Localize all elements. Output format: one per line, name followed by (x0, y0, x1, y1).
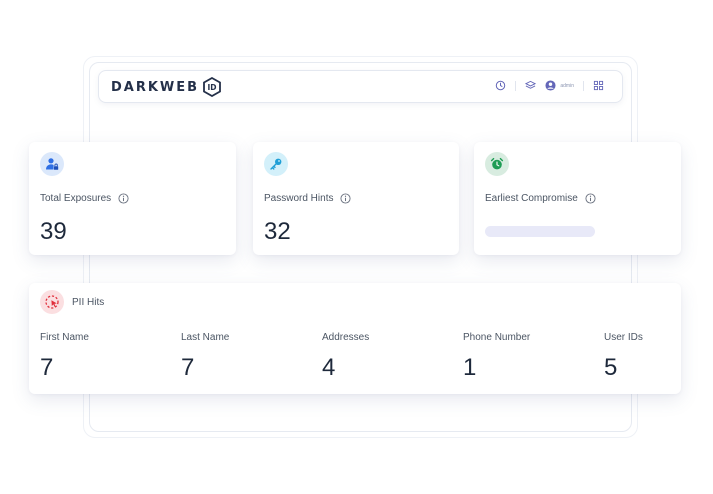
topbar-divider (583, 80, 584, 91)
pii-user-ids: User IDs 5 (604, 332, 643, 382)
dashboard-preview: DARKWEB ID admin Total Exposures 39 Pass… (0, 0, 713, 494)
pii-addresses: Addresses 4 (322, 332, 369, 382)
info-icon[interactable] (118, 193, 129, 204)
logo-badge-icon: ID (203, 77, 221, 97)
earliest-compromise-label-row: Earliest Compromise (485, 193, 596, 204)
user-lock-icon-badge (40, 152, 64, 176)
key-icon (270, 158, 282, 170)
password-hints-label-row: Password Hints (264, 193, 352, 204)
clock-icon[interactable] (495, 80, 506, 91)
top-navigation-bar: DARKWEB ID admin (98, 70, 623, 103)
topbar-actions: admin (495, 80, 604, 91)
loading-placeholder-bar (485, 226, 595, 237)
username-label: admin (560, 82, 574, 89)
darkweb-id-logo[interactable]: DARKWEB ID (111, 77, 221, 97)
pii-item-label: User IDs (604, 332, 643, 343)
pii-phone-number: Phone Number 1 (463, 332, 530, 382)
pii-item-label: Last Name (181, 332, 230, 343)
pii-item-label: First Name (40, 332, 89, 343)
total-exposures-label-row: Total Exposures (40, 193, 129, 204)
pii-item-value: 7 (40, 354, 54, 381)
user-avatar-icon (545, 80, 556, 91)
total-exposures-value: 39 (40, 218, 67, 245)
total-exposures-label: Total Exposures (40, 193, 112, 204)
alarm-clock-icon-badge (485, 152, 509, 176)
password-hints-value: 32 (264, 218, 291, 245)
svg-text:ID: ID (208, 83, 217, 92)
layers-icon[interactable] (525, 80, 537, 91)
pii-last-name: Last Name 7 (181, 332, 229, 382)
earliest-compromise-card: Earliest Compromise (474, 142, 681, 255)
pii-item-value: 4 (322, 354, 336, 381)
password-hints-label: Password Hints (264, 193, 334, 204)
pii-item-value: 5 (604, 354, 618, 381)
cursor-target-icon (45, 295, 59, 309)
cursor-target-icon-badge (40, 290, 64, 314)
password-hints-card: Password Hints 32 (253, 142, 459, 255)
topbar-divider (515, 80, 517, 91)
info-icon[interactable] (585, 193, 596, 204)
total-exposures-card: Total Exposures 39 (29, 142, 236, 255)
pii-first-name: First Name 7 (40, 332, 89, 382)
user-lock-icon (46, 158, 59, 170)
user-menu[interactable]: admin (545, 80, 574, 91)
pii-item-value: 1 (463, 354, 477, 381)
earliest-compromise-label: Earliest Compromise (485, 193, 578, 204)
pii-hits-title: PII Hits (72, 297, 105, 308)
logo-text: DARKWEB (111, 79, 200, 95)
grid-icon[interactable] (593, 80, 604, 91)
pii-item-label: Addresses (322, 332, 370, 343)
pii-hits-card: PII Hits First Name 7 Last Name 7 Addres… (29, 283, 681, 394)
pii-item-value: 7 (181, 354, 195, 381)
info-icon[interactable] (340, 193, 352, 204)
key-icon-badge (264, 152, 288, 176)
pii-item-label: Phone Number (463, 332, 531, 343)
alarm-clock-icon (490, 157, 504, 170)
